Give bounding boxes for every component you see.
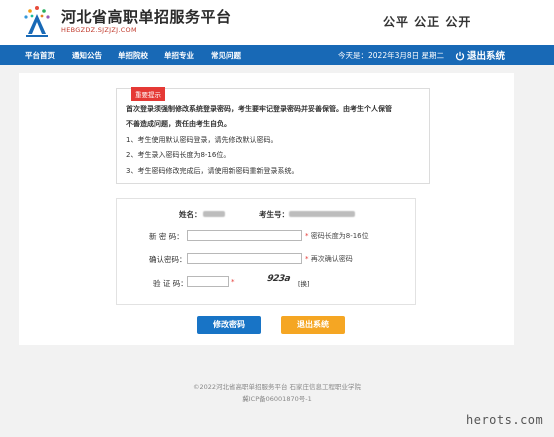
nav-item-notices[interactable]: 通知公告 bbox=[72, 50, 102, 61]
notice-line: 1、考生使用默认密码登录，请先修改默认密码。 bbox=[126, 136, 278, 144]
confirm-password-label: 确认密码： bbox=[149, 255, 187, 264]
notice-line: 2、考生录入密码长度为8-16位。 bbox=[126, 151, 231, 159]
site-logo-icon bbox=[22, 4, 52, 38]
main-panel: 重要提示 首次登录须强制修改系统登录密码，考生要牢记登录密码并妥善保管。由考生个… bbox=[19, 73, 514, 345]
password-form: 姓名： 考生号： 新 密 码： * 密码长度为8-16位 确认密码： * 再次确… bbox=[116, 198, 416, 305]
logout-button[interactable]: 退出系统 bbox=[281, 316, 345, 334]
name-label: 姓名： bbox=[179, 210, 202, 219]
slogan: 公平 公正 公开 bbox=[383, 15, 472, 29]
nav-item-majors[interactable]: 单招专业 bbox=[164, 50, 194, 61]
nav-item-colleges[interactable]: 单招院校 bbox=[118, 50, 148, 61]
logout-link[interactable]: 退出系统 bbox=[455, 48, 505, 62]
notice-line: 首次登录须强制修改系统登录密码，考生要牢记登录密码并妥善保管。由考生个人保管 bbox=[126, 105, 392, 113]
power-icon bbox=[455, 51, 465, 61]
confirm-password-input[interactable] bbox=[187, 253, 302, 264]
main-nav: 平台首页 通知公告 单招院校 单招专业 常见问题 今天是：2022年3月8日 星… bbox=[0, 45, 554, 65]
logout-label: 退出系统 bbox=[467, 51, 506, 62]
new-password-input[interactable] bbox=[187, 230, 302, 241]
captcha-input[interactable] bbox=[187, 276, 229, 287]
nav-item-faq[interactable]: 常见问题 bbox=[211, 50, 241, 61]
footer-icp: 冀ICP备06001870号-1 bbox=[242, 395, 312, 403]
captcha-refresh-link[interactable]: [换] bbox=[298, 278, 310, 288]
captcha-image[interactable]: 923a bbox=[266, 274, 296, 286]
change-password-button[interactable]: 修改密码 bbox=[197, 316, 261, 334]
confirm-password-hint: * 再次确认密码 bbox=[305, 255, 353, 263]
notice-tag: 重要提示 bbox=[131, 87, 165, 101]
site-title: 河北省高职单招服务平台 bbox=[61, 8, 232, 26]
watermark: herots.com bbox=[466, 413, 544, 427]
new-password-hint: * 密码长度为8-16位 bbox=[305, 232, 369, 240]
exam-no-label: 考生号： bbox=[259, 210, 289, 219]
footer-copyright: ©2022河北省高职单招服务平台 石家庄信息工程职业学院 bbox=[192, 383, 362, 391]
exam-no-value-redacted bbox=[289, 211, 355, 217]
notice-line: 不善造成问题，责任由考生自负。 bbox=[126, 120, 231, 128]
notice-line: 3、考生密码修改完成后，请使用新密码重新登录系统。 bbox=[126, 167, 299, 175]
site-header: 河北省高职单招服务平台 HEBGZDZ.SJZJZJ.COM 公平 公正 公开 bbox=[0, 0, 554, 45]
current-date: 今天是：2022年3月8日 星期二 bbox=[338, 51, 445, 60]
captcha-required-mark: * bbox=[231, 278, 235, 286]
captcha-label: 验 证 码： bbox=[153, 279, 188, 288]
site-domain: HEBGZDZ.SJZJZJ.COM bbox=[61, 26, 137, 34]
notice-box: 重要提示 首次登录须强制修改系统登录密码，考生要牢记登录密码并妥善保管。由考生个… bbox=[116, 87, 430, 184]
nav-item-home[interactable]: 平台首页 bbox=[25, 50, 55, 61]
name-value-redacted bbox=[203, 211, 225, 217]
new-password-label: 新 密 码： bbox=[149, 232, 184, 241]
